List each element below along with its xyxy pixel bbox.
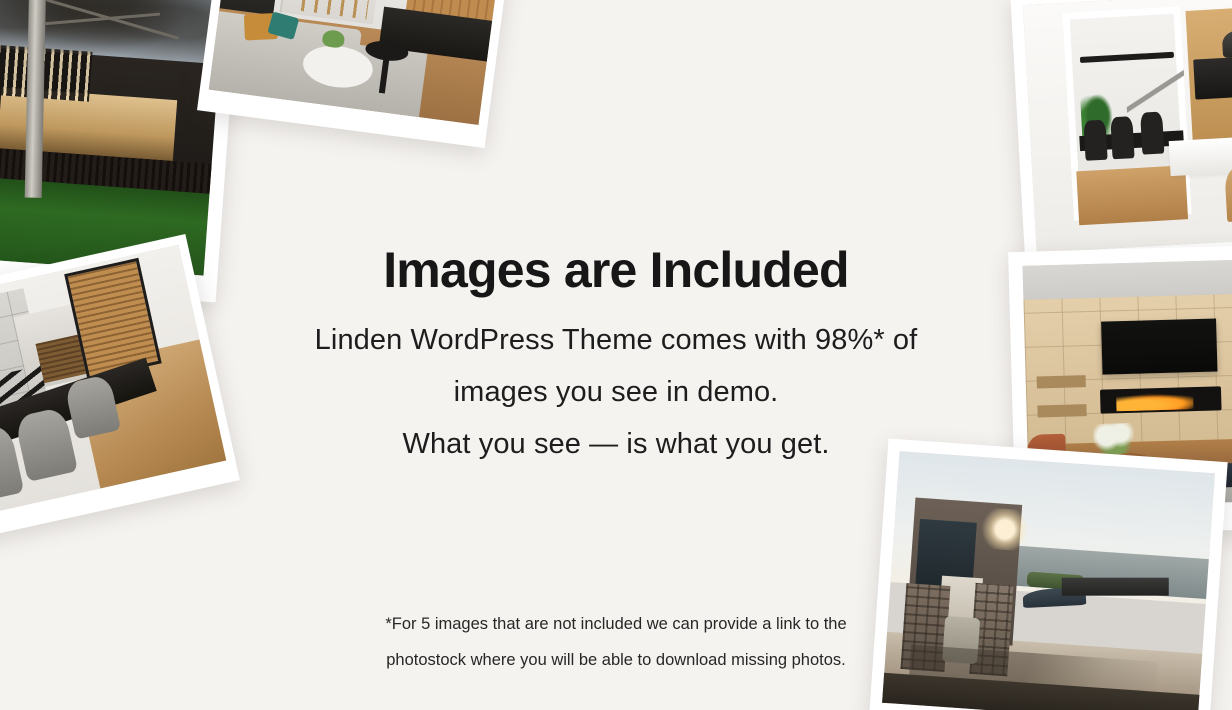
shelf-niche xyxy=(1037,404,1087,418)
photo-card-kitchen-oak xyxy=(1010,0,1232,280)
sun-flare xyxy=(978,507,1032,552)
photo-image-house-dusk xyxy=(0,0,225,276)
photo-image-kitchen-oak xyxy=(1022,0,1232,253)
shelf-niche xyxy=(1036,375,1087,389)
dining-chair xyxy=(1110,115,1135,159)
dining-chair xyxy=(1139,111,1165,155)
kitchen-island xyxy=(1168,134,1232,176)
canopy xyxy=(1061,577,1169,596)
photo-image-terrace-sunset xyxy=(882,451,1215,710)
photo-card-living-room xyxy=(197,0,513,148)
flower-vase xyxy=(1092,422,1138,456)
wall-oven xyxy=(1193,57,1232,100)
dining-chair xyxy=(1083,119,1108,161)
photo-card-terrace-sunset xyxy=(868,438,1228,710)
photo-image-living-room xyxy=(208,0,503,126)
slide-canvas: Images are Included Linden WordPress The… xyxy=(0,0,1232,710)
fire-flames xyxy=(1116,391,1194,411)
photo-image-dining-slat xyxy=(0,244,227,519)
wall-mounted-tv xyxy=(1100,318,1218,375)
